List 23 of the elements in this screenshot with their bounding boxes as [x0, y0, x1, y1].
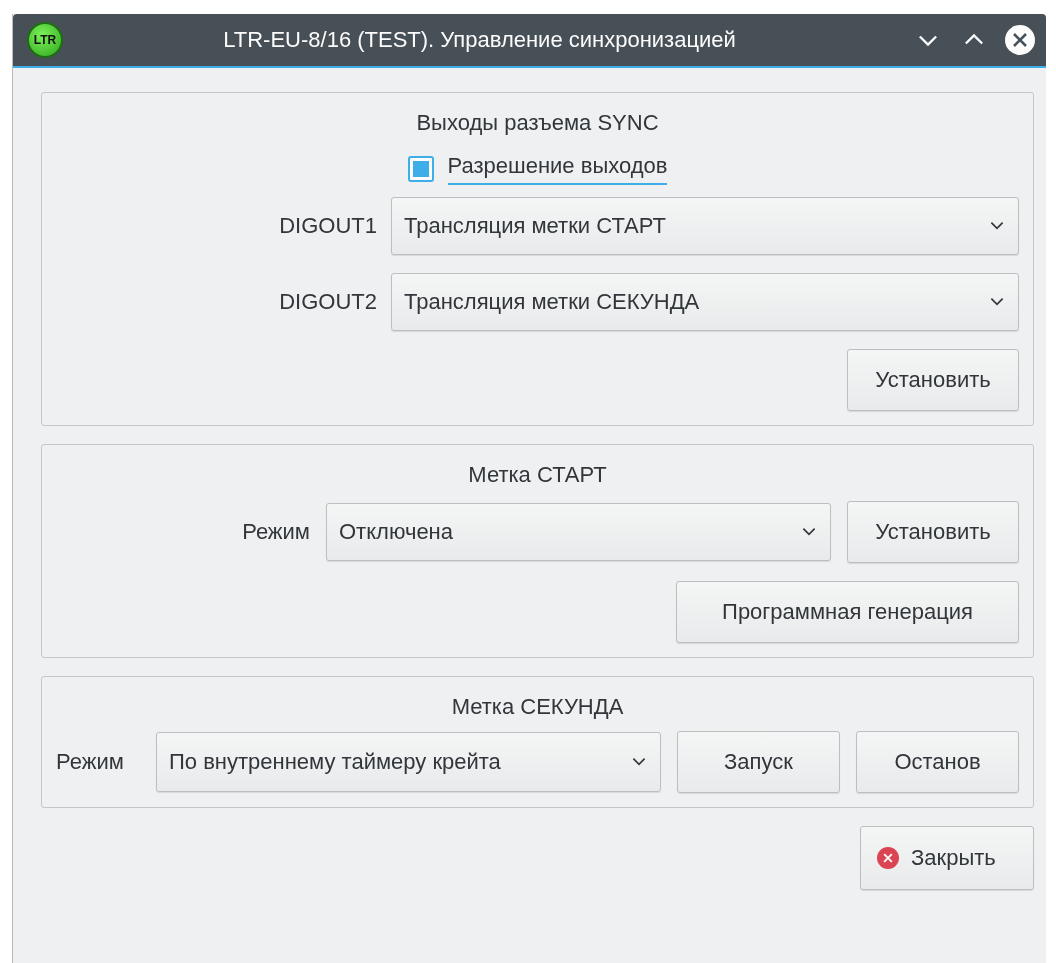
group-title: Метка СЕКУНДА — [450, 693, 625, 721]
field-label: Режим — [241, 519, 310, 545]
group-title: Метка СТАРТ — [467, 461, 608, 489]
start-button[interactable]: Запуск — [677, 731, 840, 793]
set-button[interactable]: Установить — [847, 349, 1019, 411]
group-title: Выходы разъема SYNC — [415, 109, 660, 137]
field-label: DIGOUT2 — [278, 289, 377, 315]
generate-button[interactable]: Программная генерация — [676, 581, 1019, 643]
close-icon[interactable] — [1004, 24, 1036, 56]
close-icon — [877, 847, 899, 869]
close-button[interactable]: Закрыть — [860, 826, 1034, 890]
stop-button[interactable]: Останов — [856, 731, 1019, 793]
window-title: LTR-EU-8/16 (TEST). Управление синхронизацией — [222, 27, 737, 53]
checkbox[interactable] — [407, 156, 434, 182]
checkbox-label[interactable]: Разрешение выходов — [447, 153, 668, 185]
dropdown[interactable]: Трансляция метки СЕКУНДА — [391, 273, 1019, 331]
dropdown[interactable]: Отключена — [326, 503, 831, 561]
set-button[interactable]: Установить — [847, 501, 1019, 563]
field-label: DIGOUT1 — [278, 213, 377, 239]
dropdown[interactable]: Трансляция метки СТАРТ — [391, 197, 1019, 255]
app-logo: LTR — [27, 22, 63, 58]
dropdown[interactable]: По внутреннему таймеру крейта — [156, 732, 661, 792]
field-label: Режим — [56, 749, 125, 775]
